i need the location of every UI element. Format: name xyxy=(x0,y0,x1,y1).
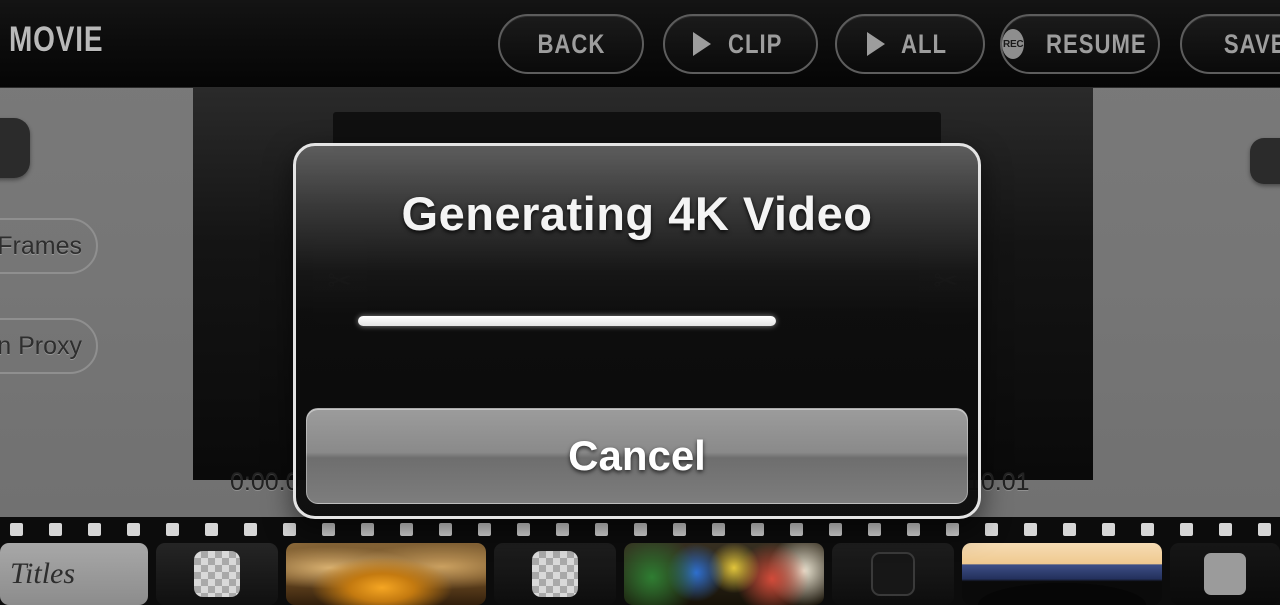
titles-clip-label: Titles xyxy=(10,557,76,590)
play-triangle-icon xyxy=(692,32,711,56)
filmstrip-clip-end[interactable] xyxy=(1170,543,1280,605)
filmstrip-clip-thumbnail[interactable] xyxy=(962,543,1162,605)
sprocket-holes-icon xyxy=(0,523,1280,537)
progress-bar-fill xyxy=(358,316,776,326)
cancel-button[interactable]: Cancel xyxy=(306,408,968,504)
play-clip-button-label: CLIP xyxy=(727,28,783,59)
resume-button-label: RESUME xyxy=(1046,28,1147,59)
save-button-label: SAVE xyxy=(1223,28,1280,59)
transition-checker-icon xyxy=(194,551,240,597)
top-toolbar: IT MOVIE BACK CLIP ALL REC RESUME SAVE xyxy=(0,0,1280,88)
play-clip-button[interactable]: CLIP xyxy=(663,14,818,74)
rec-badge-icon: REC xyxy=(1002,29,1025,59)
progress-bar xyxy=(358,316,776,326)
key-frames-button[interactable]: Frames xyxy=(0,218,98,274)
filmstrip-clip-blank[interactable] xyxy=(832,543,954,605)
left-rail: Frames n Proxy xyxy=(0,88,175,518)
timeline-start-time: 0:00.0 xyxy=(230,468,300,496)
transition-checker-icon xyxy=(532,551,578,597)
play-all-button-label: ALL xyxy=(901,28,948,59)
filmstrip-clip-blank[interactable] xyxy=(494,543,616,605)
back-button[interactable]: BACK xyxy=(498,14,644,74)
dialog-title: Generating 4K Video xyxy=(401,187,873,240)
render-proxy-label: n Proxy xyxy=(0,331,82,360)
right-rail-knob-icon[interactable] xyxy=(1250,138,1280,184)
filmstrip-clip-thumbnail[interactable] xyxy=(624,543,824,605)
filmstrip-clip-titles[interactable]: Titles xyxy=(0,543,148,605)
filmstrip-clip-row: Titles xyxy=(0,543,1280,605)
filmstrip-timeline[interactable]: Titles xyxy=(0,517,1280,605)
back-button-label: BACK xyxy=(537,28,605,59)
resume-recording-button[interactable]: REC RESUME xyxy=(1000,14,1160,74)
save-button[interactable]: SAVE xyxy=(1180,14,1280,74)
play-all-button[interactable]: ALL xyxy=(835,14,985,74)
cancel-button-label: Cancel xyxy=(568,432,706,479)
editor-screen: IT MOVIE BACK CLIP ALL REC RESUME SAVE F… xyxy=(0,0,1280,605)
rail-knob-icon[interactable] xyxy=(0,118,30,178)
render-proxy-button[interactable]: n Proxy xyxy=(0,318,98,374)
filmstrip-clip-thumbnail[interactable] xyxy=(286,543,486,605)
app-title: IT MOVIE xyxy=(0,20,104,59)
filmstrip-transition[interactable] xyxy=(156,543,278,605)
key-frames-label: Frames xyxy=(0,231,82,260)
end-slot-icon xyxy=(1204,553,1246,595)
generating-video-dialog: Generating 4K Video Cancel xyxy=(293,143,981,519)
empty-slot-icon xyxy=(871,552,915,596)
play-triangle-icon xyxy=(867,32,886,56)
